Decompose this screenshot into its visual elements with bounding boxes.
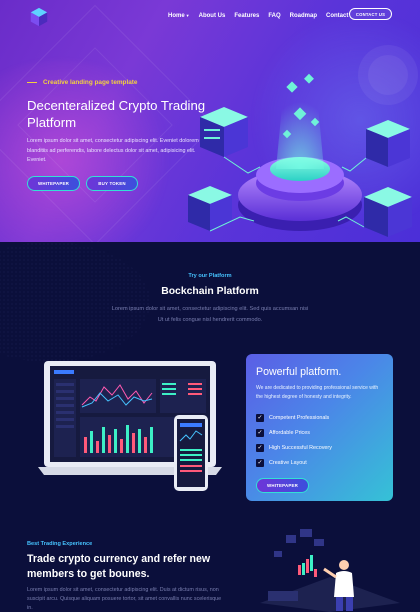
logo-cube-icon[interactable] (28, 6, 50, 28)
nav-item-home[interactable]: Home▼ (168, 13, 190, 19)
card-description: We are dedicated to providing profession… (256, 385, 379, 400)
top-nav: Home▼ About Us Features FAQ Roadmap Cont… (0, 6, 420, 28)
trading-eyebrow: Best Trading Experience (27, 541, 93, 547)
nav-item-contact[interactable]: Contact (326, 13, 348, 19)
dashboard-device-mockup (38, 361, 222, 491)
feature-checklist: ✓ Competent Professionals ✓ Affordable Pri… (256, 410, 332, 470)
dots-pattern (0, 242, 150, 362)
nav-item-roadmap[interactable]: Roadmap (290, 13, 317, 19)
nav-item-faq[interactable]: FAQ (268, 13, 280, 19)
whitepaper-button[interactable]: WHITEPAPER (27, 176, 80, 191)
contact-us-button[interactable]: CONTACT US (349, 8, 392, 20)
buy-token-button[interactable]: BUY TOKEN (86, 176, 138, 191)
platform-description: Lorem ipsum dolor sit amet, consectetur … (111, 306, 309, 323)
card-title: Powerful platform. (256, 366, 342, 378)
list-item: ✓ Creative Layout (256, 458, 307, 467)
card-whitepaper-button[interactable]: WHITEPAPER (256, 478, 309, 493)
checkmark-icon: ✓ (256, 458, 264, 467)
nav-item-about[interactable]: About Us (199, 13, 226, 19)
platform-section: Try our Platform Bockchain Platform Lore… (0, 242, 420, 612)
checkmark-icon: ✓ (256, 443, 264, 452)
list-item: ✓ Competent Professionals (256, 413, 330, 422)
list-item: ✓ High Successful Recovery (256, 443, 332, 452)
crypto-platform-illustration (188, 45, 418, 237)
hero-tagline: Creative landing page template (27, 79, 137, 86)
hero-section: Home▼ About Us Features FAQ Roadmap Cont… (0, 0, 420, 242)
tagline-text: Creative landing page template (43, 79, 138, 86)
powerful-platform-card: Powerful platform. We are dedicated to p… (246, 354, 393, 501)
trading-description: Lorem ipsum dolor sit amet, consectetur … (27, 587, 222, 612)
checkmark-icon: ✓ (256, 413, 264, 422)
platform-eyebrow: Try our Platform (188, 273, 232, 279)
list-item: ✓ Affordable Prices (256, 428, 310, 437)
nav-item-features[interactable]: Features (234, 13, 259, 19)
platform-title: Bockchain Platform (161, 286, 259, 297)
trading-title: Trade crypto currency and refer new memb… (27, 553, 211, 580)
trader-illustration (260, 529, 400, 612)
nav-menu: Home▼ About Us Features FAQ Roadmap Cont… (168, 13, 348, 19)
hero-description: Lorem ipsum dolor sit amet, consectetur … (27, 138, 199, 164)
tagline-line (27, 82, 37, 83)
chevron-down-icon: ▼ (185, 13, 190, 18)
checkmark-icon: ✓ (256, 428, 264, 437)
